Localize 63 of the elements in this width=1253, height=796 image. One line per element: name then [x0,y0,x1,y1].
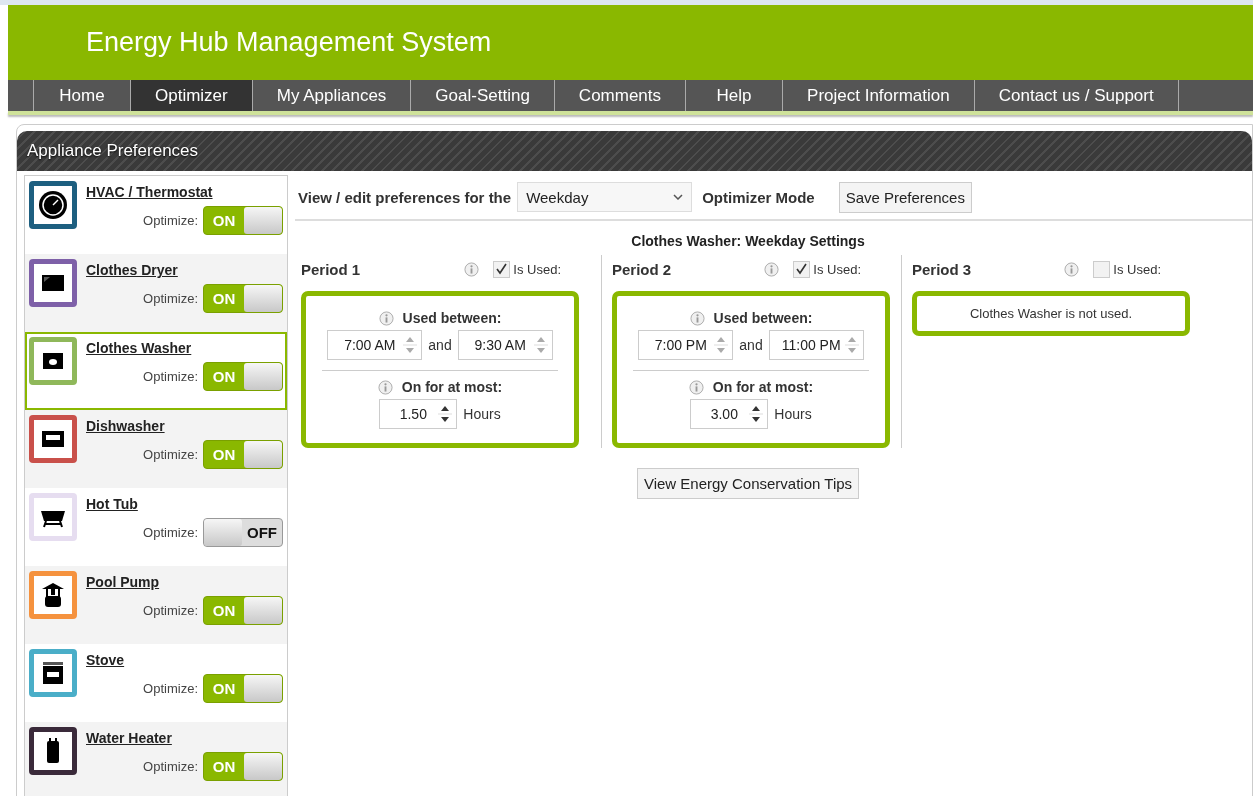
time-spinner-field[interactable]: 1.50 [379,399,458,429]
nav-tab[interactable]: Optimizer [131,80,253,111]
app-title: Energy Hub Management System [86,27,492,58]
is-used-label: Is Used: [513,261,561,277]
not-used-message: Clothes Washer is not used. [969,306,1133,321]
panel-title: Appliance Preferences [27,141,199,161]
and-label: and [428,337,452,353]
appliance-name-link[interactable]: Water Heater [86,730,283,746]
and-label: and [739,337,763,353]
appliance-name-link[interactable]: Dishwasher [86,418,283,434]
appliance-item[interactable]: Clothes Washer Optimize: ON [25,332,287,410]
info-icon[interactable] [1064,261,1080,277]
appliance-item[interactable]: Clothes Dryer Optimize: ON [25,254,287,332]
info-icon[interactable] [688,379,704,395]
appliance-name-link[interactable]: Pool Pump [86,574,283,590]
optimize-label: Optimize: [143,759,198,774]
optimize-toggle[interactable]: OFF [203,518,283,547]
optimize-label: Optimize: [143,291,198,306]
info-icon[interactable] [689,310,705,326]
hours-unit-label: Hours [774,406,812,422]
optimize-label: Optimize: [143,525,198,540]
optimize-label: Optimize: [143,681,198,696]
is-used-label: Is Used: [1113,261,1161,277]
time-spinner-field[interactable]: 3.00 [690,399,769,429]
time-spinner-field[interactable]: 11:00 PM [768,330,864,360]
view-prefs-label: View / edit preferences for the [298,188,512,206]
is-used-checkbox[interactable] [793,260,811,278]
optimizer-mode-label: Optimizer Mode [702,188,815,206]
save-preferences-button[interactable]: Save Preferences [838,181,972,213]
on-for-at-most-label: On for at most: [401,379,503,395]
optimize-label: Optimize: [143,603,198,618]
info-icon[interactable] [764,261,780,277]
optimize-label: Optimize: [143,369,198,384]
info-icon[interactable] [378,310,394,326]
appliance-item[interactable]: Pool Pump Optimize: ON [25,566,287,644]
time-spinner-field[interactable]: 7:00 AM [327,330,423,360]
info-icon[interactable] [377,379,393,395]
appliance-name-link[interactable]: Clothes Washer [86,340,283,356]
is-used-label: Is Used: [813,261,861,277]
period-label: Period 2 [612,260,672,278]
on-for-at-most-label: On for at most: [712,379,814,395]
info-icon[interactable] [464,261,480,277]
view-tips-button[interactable]: View Energy Conservation Tips [636,468,860,499]
appliance-name-link[interactable]: Hot Tub [86,496,283,512]
settings-title: Clothes Washer: Weekday Settings [630,233,866,249]
appliance-name-link[interactable]: HVAC / Thermostat [86,184,283,200]
period-label: Period 1 [301,260,361,278]
optimize-label: Optimize: [143,213,198,228]
time-spinner-field[interactable]: 9:30 AM [457,330,553,360]
used-between-label: Used between: [713,310,813,326]
chevron-down-icon [673,194,684,200]
time-spinner-field[interactable]: 7:00 PM [638,330,734,360]
appliance-item[interactable]: Water Heater Optimize: ON [25,722,287,796]
is-used-checkbox[interactable] [1093,260,1111,278]
is-used-checkbox[interactable] [493,260,511,278]
appliance-name-link[interactable]: Clothes Dryer [86,262,283,278]
used-between-label: Used between: [402,310,502,326]
appliance-name-link[interactable]: Stove [86,652,283,668]
hours-unit-label: Hours [463,406,501,422]
appliance-item[interactable]: Dishwasher Optimize: ON [25,410,287,488]
period-label: Period 3 [912,260,972,278]
day-select[interactable]: Weekday [517,182,693,212]
optimize-label: Optimize: [143,447,198,462]
